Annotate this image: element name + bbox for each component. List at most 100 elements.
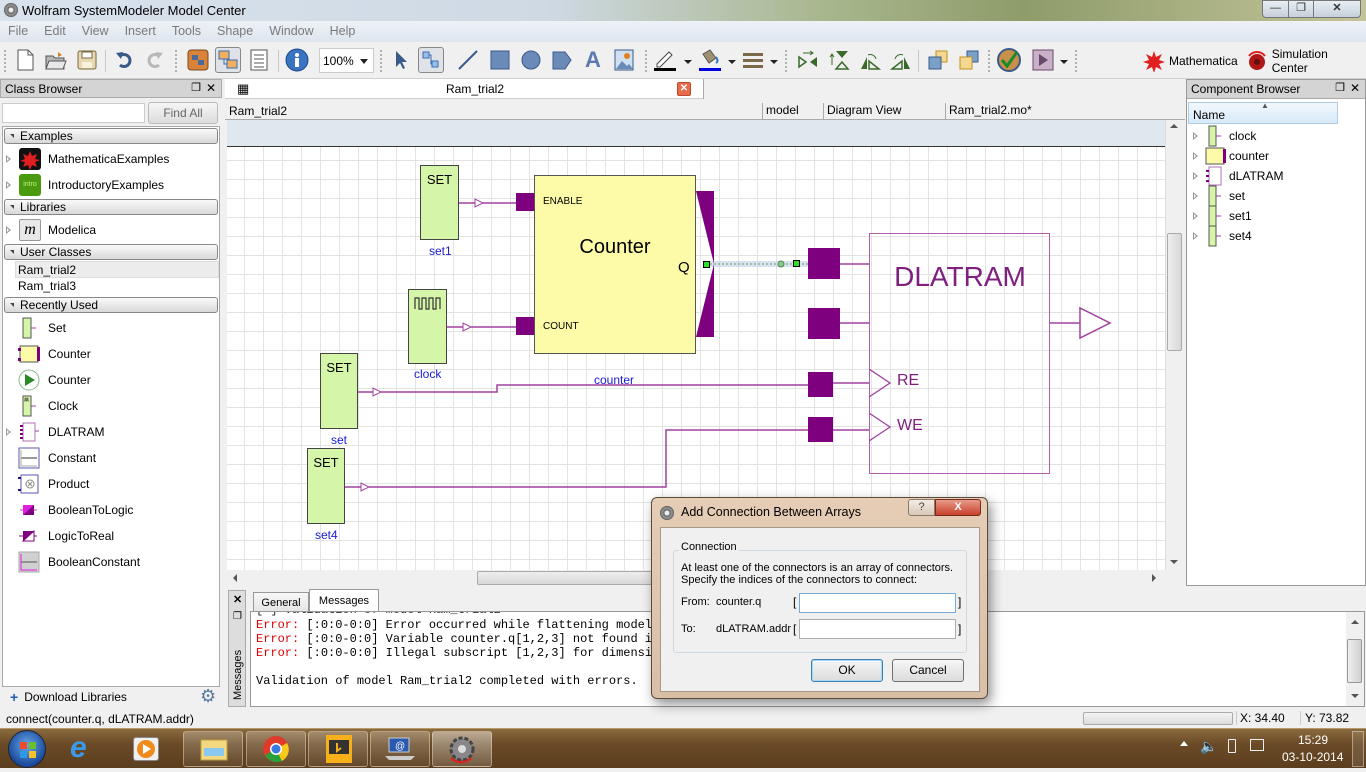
menu-help[interactable]: Help — [322, 21, 364, 38]
ok-button[interactable]: OK — [811, 659, 883, 682]
count-port[interactable] — [516, 317, 535, 335]
icon-view-icon[interactable] — [185, 47, 211, 73]
line-color-dropdown-icon[interactable] — [684, 60, 692, 64]
expand-icon[interactable] — [1193, 212, 1198, 220]
component-item-counter[interactable]: counter — [1187, 146, 1357, 166]
component-item-set4[interactable]: set4 — [1187, 225, 1357, 247]
simulate-play-icon[interactable] — [1030, 47, 1056, 73]
recent-item-dlatram[interactable]: DLATRAM — [0, 421, 218, 443]
bitmap-tool-icon[interactable] — [611, 47, 637, 73]
horizontal-scroll-thumb[interactable] — [477, 571, 657, 585]
restore-button[interactable]: ❐ — [1288, 0, 1314, 18]
recent-item-counter-block[interactable]: Counter — [18, 343, 218, 365]
connection-handle[interactable] — [703, 261, 710, 268]
line-color-icon[interactable] — [652, 47, 678, 73]
flip-vertical-icon[interactable] — [826, 47, 852, 73]
taskbar-explorer[interactable] — [183, 731, 243, 767]
recent-item-constant[interactable]: Constant — [18, 447, 218, 469]
addr-port[interactable] — [808, 248, 840, 279]
data-port[interactable] — [808, 308, 840, 339]
save-icon[interactable] — [74, 47, 100, 73]
class-item-ram-trial2[interactable]: Ram_trial2 — [15, 261, 219, 278]
menu-view[interactable]: View — [74, 21, 117, 38]
we-port[interactable] — [808, 417, 833, 442]
polygon-tool-icon[interactable] — [549, 47, 575, 73]
show-hidden-icons[interactable] — [1180, 741, 1188, 746]
recent-item-boolean-constant[interactable]: BooleanConstant — [18, 551, 218, 573]
component-item-set[interactable]: set — [1187, 185, 1357, 207]
menu-tools[interactable]: Tools — [164, 21, 209, 38]
text-view-icon[interactable] — [246, 47, 272, 73]
class-item-introductory-examples[interactable]: intro IntroductoryExamples — [0, 174, 220, 196]
volume-muted-icon[interactable]: 🔈 — [1200, 738, 1217, 755]
taskbar-chrome[interactable] — [246, 731, 306, 767]
validate-check-icon[interactable] — [996, 47, 1022, 73]
editor-tab[interactable]: ▦ Ram_trial2 ✕ — [225, 79, 1185, 99]
name-column-header[interactable]: ▲ Name — [1188, 101, 1338, 124]
rotate-left-icon[interactable] — [857, 47, 883, 73]
expand-icon[interactable] — [1193, 192, 1198, 200]
ellipse-tool-icon[interactable] — [518, 47, 544, 73]
recent-item-counter-example[interactable]: Counter — [18, 369, 218, 391]
section-user-classes[interactable]: User Classes — [4, 244, 218, 260]
simulation-center-button[interactable]: Simulation Center — [1246, 47, 1366, 75]
scroll-down-icon[interactable] — [1351, 694, 1359, 698]
expand-icon[interactable] — [6, 428, 11, 436]
rectangle-tool-icon[interactable] — [487, 47, 513, 73]
line-tool-icon[interactable] — [455, 47, 481, 73]
section-examples[interactable]: Examples — [4, 128, 218, 144]
menu-insert[interactable]: Insert — [117, 21, 164, 38]
close-panel-icon[interactable]: ✕ — [206, 81, 216, 95]
menu-file[interactable]: File — [0, 21, 36, 38]
messages-scroll-thumb[interactable] — [1347, 639, 1362, 683]
recent-item-boolean-to-logic[interactable]: BooleanToLogic — [18, 499, 218, 521]
section-libraries[interactable]: Libraries — [4, 199, 218, 215]
component-item-dlatram[interactable]: dLATRAM — [1187, 166, 1357, 186]
tab-general[interactable]: General — [253, 592, 309, 612]
scroll-up-icon[interactable] — [1170, 124, 1178, 128]
connection-handle[interactable] — [793, 260, 800, 267]
close-tab-icon[interactable]: ✕ — [677, 82, 691, 96]
close-panel-icon[interactable]: ✕ — [1350, 81, 1360, 95]
taskbar-bing[interactable] — [308, 731, 368, 767]
close-messages-icon[interactable]: ✕ — [233, 593, 242, 606]
float-messages-icon[interactable]: ❐ — [233, 611, 242, 622]
find-all-button[interactable]: Find All — [148, 102, 218, 124]
section-recently-used[interactable]: Recently Used — [4, 297, 218, 313]
settings-gear-icon[interactable]: ⚙ — [200, 687, 216, 705]
scroll-up-icon[interactable] — [1351, 620, 1359, 624]
clock-time[interactable]: 15:29 — [1298, 733, 1328, 747]
menu-shape[interactable]: Shape — [209, 21, 261, 38]
dlatram-block[interactable]: DLATRAM RE WE — [869, 233, 1050, 474]
expand-icon[interactable] — [1193, 172, 1198, 180]
recent-item-logic-to-real[interactable]: LogicToReal — [18, 525, 218, 547]
download-libraries-link[interactable]: + Download Libraries — [10, 689, 127, 705]
taskbar-network[interactable]: @ — [370, 731, 430, 767]
expand-icon[interactable] — [1193, 232, 1198, 240]
clock-date[interactable]: 03-10-2014 — [1282, 750, 1343, 764]
fill-color-dropdown-icon[interactable] — [728, 60, 736, 64]
help-button[interactable]: ? — [908, 499, 935, 516]
set4-block[interactable]: SET — [307, 448, 345, 524]
simulate-dropdown-icon[interactable] — [1060, 60, 1068, 64]
mathematica-button[interactable]: Mathematica — [1143, 50, 1238, 72]
set-block[interactable]: SET — [320, 353, 358, 429]
clock-block[interactable] — [408, 289, 447, 364]
tab-messages[interactable]: Messages — [309, 589, 379, 612]
scroll-down-icon[interactable] — [1170, 560, 1178, 564]
open-folder-icon[interactable] — [43, 47, 69, 73]
class-item-ram-trial3[interactable]: Ram_trial3 — [18, 278, 76, 295]
vertical-scroll-thumb[interactable] — [1167, 233, 1182, 351]
expand-icon[interactable] — [6, 181, 11, 189]
component-item-clock[interactable]: clock — [1187, 125, 1357, 147]
minimize-button[interactable]: — — [1262, 0, 1289, 18]
component-item-set1[interactable]: set1 — [1187, 205, 1357, 227]
close-window-button[interactable]: ✕ — [1313, 0, 1361, 18]
expand-icon[interactable] — [6, 226, 11, 234]
class-item-modelica[interactable]: m Modelica — [0, 219, 220, 241]
set1-block[interactable]: SET — [420, 165, 459, 240]
taskbar-ie[interactable]: e — [70, 733, 87, 763]
vertical-scrollbar[interactable] — [1165, 120, 1182, 570]
text-tool-icon[interactable]: A — [580, 47, 606, 73]
info-icon[interactable] — [284, 47, 310, 73]
